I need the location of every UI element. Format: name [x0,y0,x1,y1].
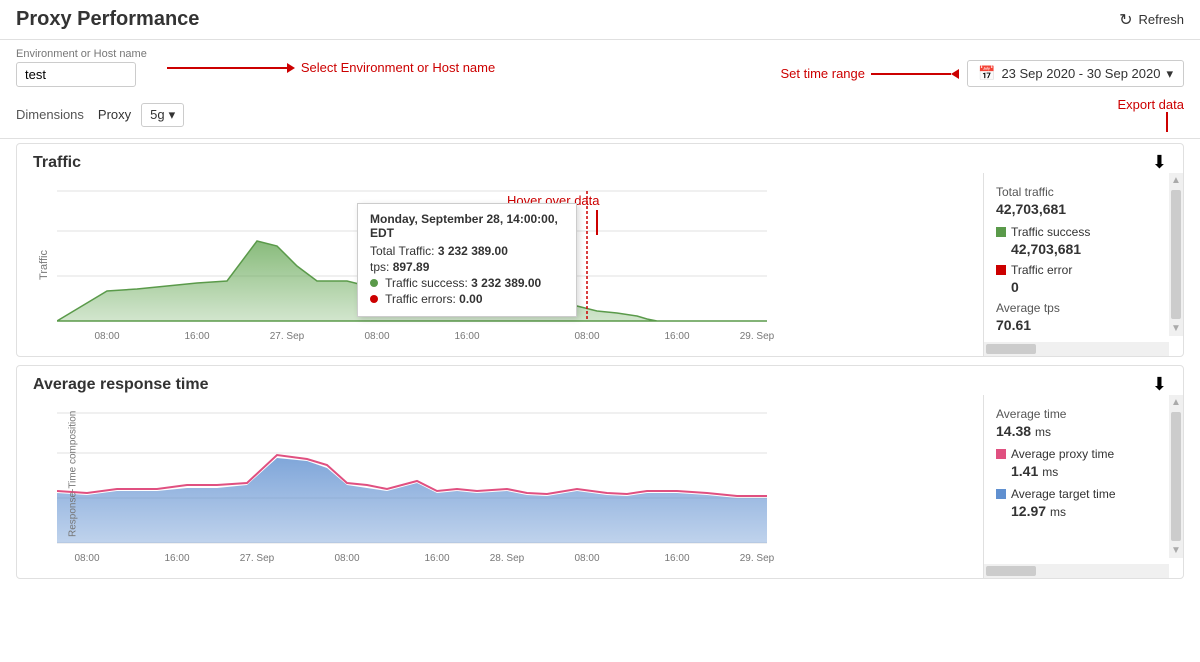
env-select-wrapper: test [16,62,147,87]
response-sidebar: Average time 14.38 ms Average proxy time… [983,395,1183,578]
error-legend: Traffic error [996,263,1157,277]
response-sidebar-vscroll[interactable]: ▲ ▼ [1169,395,1183,558]
page-title: Proxy Performance [16,8,199,31]
svg-text:08:00: 08:00 [74,553,99,564]
traffic-sidebar-hscroll[interactable] [984,342,1169,356]
avg-time-label: Average time [996,407,1157,421]
svg-text:27. Sep: 27. Sep [270,331,305,342]
total-traffic-label: Total traffic [996,185,1157,199]
success-legend-box [996,227,1006,237]
response-scroll-up-arrow[interactable]: ▲ [1169,395,1183,410]
hover-annotation: Hover over data [507,193,600,235]
time-section: Set time range 📅 23 Sep 2020 - 30 Sep 20… [780,60,1184,87]
response-chart-title: Average response time [33,376,208,394]
traffic-sidebar: Total traffic 42,703,681 Traffic success… [983,173,1183,356]
page-header: Proxy Performance ↻ Refresh [0,0,1200,40]
env-arrow-head [287,63,295,73]
response-chart-section: Average response time ⬇ Response-Time co… [16,365,1184,579]
proxy-legend: Average proxy time [996,447,1157,461]
response-y-axis-label: Response-Time composition [68,437,79,537]
avg-tps-label: Average tps [996,301,1157,315]
target-legend-box [996,489,1006,499]
svg-text:29. Sep: 29. Sep [740,553,775,564]
proxy-label: Proxy [98,107,131,122]
traffic-y-axis-label: Traffic [38,250,50,280]
svg-text:08:00: 08:00 [94,331,119,342]
svg-text:08:00: 08:00 [364,331,389,342]
proxy-time-value: 1.41 [1011,463,1038,479]
response-scroll-thumb [1171,412,1181,541]
svg-text:16:00: 16:00 [184,331,209,342]
target-time-value: 12.97 [1011,503,1046,519]
export-arrow-shaft [1166,112,1168,132]
refresh-button[interactable]: ↻ Refresh [1119,10,1184,30]
avg-time-value: 14.38 [996,423,1031,439]
response-chart-svg: 36 ms 24 ms 12 ms 0 ms 08:00 16:00 27. [57,403,787,578]
target-legend: Average target time [996,487,1157,501]
time-arrow-shaft [871,73,951,75]
refresh-icon: ↻ [1119,10,1132,30]
env-arrow-shaft [167,67,287,69]
chevron-down-icon: ▾ [1166,66,1173,82]
proxy-legend-box [996,449,1006,459]
time-annotation: Set time range [780,66,959,81]
controls-bar: Environment or Host name test Select Env… [0,40,1200,91]
traffic-sidebar-vscroll[interactable]: ▲ ▼ [1169,173,1183,336]
svg-text:16:00: 16:00 [164,553,189,564]
traffic-export-button[interactable]: ⬇ [1152,152,1167,173]
svg-text:08:00: 08:00 [334,553,359,564]
svg-text:29. Sep: 29. Sep [740,331,775,342]
response-chart-inner: Response-Time composition 36 ms 24 ms 12… [17,395,1183,578]
svg-text:16:00: 16:00 [664,553,689,564]
export-annotation-label: Export data [1118,97,1185,112]
env-section: Environment or Host name test [16,48,147,87]
chevron-down-icon: ▾ [169,107,176,123]
hscroll-thumb [986,344,1036,354]
success-traffic-value: 42,703,681 [1011,241,1157,257]
time-arrow-line [871,69,959,79]
traffic-chart-inner: Traffic 24000000 16000000 8000000 0 [17,173,1183,356]
env-dropdown[interactable]: test [16,62,136,87]
scroll-thumb [1171,190,1181,319]
date-picker[interactable]: 📅 23 Sep 2020 - 30 Sep 2020 ▾ [967,60,1184,87]
svg-text:16:00: 16:00 [454,331,479,342]
env-label: Environment or Host name [16,48,147,60]
traffic-chart-svg: 24000000 16000000 8000000 0 08:00 16: [57,181,787,356]
response-export-button[interactable]: ⬇ [1152,374,1167,395]
avg-time-unit: ms [1035,425,1051,439]
total-traffic-value: 42,703,681 [996,201,1157,217]
env-arrow-line [167,63,295,73]
time-arrow-head [951,69,959,79]
svg-text:08:00: 08:00 [574,553,599,564]
dimensions-label: Dimensions [16,107,84,122]
svg-text:27. Sep: 27. Sep [240,553,275,564]
env-annotation: Select Environment or Host name [167,60,495,75]
calendar-icon: 📅 [978,65,995,82]
dimensions-bar: Dimensions Proxy 5g ▾ Export data [0,91,1200,139]
traffic-chart-section: Traffic ⬇ Traffic 24000000 16000000 8000… [16,143,1184,357]
scroll-down-arrow[interactable]: ▼ [1169,321,1183,336]
svg-text:16:00: 16:00 [424,553,449,564]
response-scroll-down-arrow[interactable]: ▼ [1169,543,1183,558]
target-time-unit: ms [1050,505,1066,519]
traffic-chart-main: Traffic 24000000 16000000 8000000 0 [17,173,983,356]
svg-text:16:00: 16:00 [664,331,689,342]
proxy-select[interactable]: 5g ▾ [141,103,184,127]
response-chart-main: Response-Time composition 36 ms 24 ms 12… [17,395,983,578]
response-sidebar-hscroll[interactable] [984,564,1169,578]
proxy-time-unit: ms [1042,465,1058,479]
svg-text:28. Sep: 28. Sep [490,553,525,564]
svg-text:08:00: 08:00 [574,331,599,342]
scroll-up-arrow[interactable]: ▲ [1169,173,1183,188]
error-legend-box [996,265,1006,275]
traffic-chart-title: Traffic [33,154,81,172]
success-legend: Traffic success [996,225,1157,239]
avg-tps-value: 70.61 [996,317,1157,333]
response-hscroll-thumb [986,566,1036,576]
error-traffic-value: 0 [1011,279,1157,295]
